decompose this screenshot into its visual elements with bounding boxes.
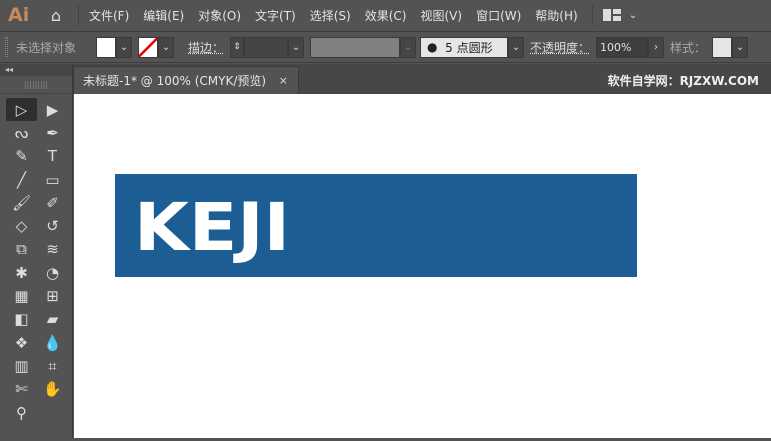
tab-title: 未标题-1* @ 100% (CMYK/预览) — [83, 74, 267, 88]
brush-definition[interactable]: ● 5 点圆形 — [420, 36, 509, 58]
menu-window[interactable]: 窗口(W) — [476, 7, 521, 24]
rotate-tool-icon[interactable]: ↺ — [37, 214, 68, 237]
artboard-canvas[interactable]: KEJI — [74, 94, 771, 438]
menu-bar: Ai ⌂ 文件(F) 编辑(E) 对象(O) 文字(T) 选择(S) 效果(C)… — [0, 0, 771, 30]
artboard-tool-icon[interactable]: ⌗ — [37, 354, 68, 377]
brush-dropdown[interactable]: ⌄ — [508, 36, 525, 58]
menu-type[interactable]: 文字(T) — [255, 7, 296, 24]
document-tab[interactable]: 未标题-1* @ 100% (CMYK/预览) × — [73, 66, 299, 94]
logo-text: KEJI — [134, 189, 290, 266]
close-icon[interactable]: × — [279, 74, 288, 87]
menu-view[interactable]: 视图(V) — [420, 7, 462, 24]
collapse-icon[interactable]: ◂◂ — [0, 64, 72, 76]
opacity-arrow[interactable]: › — [648, 36, 665, 58]
line-tool-icon[interactable]: ╱ — [6, 168, 37, 191]
paintbrush-tool-icon[interactable]: 🖌 — [6, 191, 37, 214]
zoom-tool-icon[interactable]: ⚲ — [6, 401, 37, 424]
graph-tool-icon[interactable]: ▥ — [6, 354, 37, 377]
scale-tool-icon[interactable]: ⧉ — [6, 238, 37, 261]
hand-tool-icon[interactable]: ✋ — [37, 378, 68, 401]
type-tool-icon[interactable]: T — [37, 145, 68, 168]
style-label: 样式： — [670, 40, 707, 55]
profile-dropdown[interactable]: ⌄ — [400, 36, 417, 58]
variable-width-profile[interactable] — [310, 36, 401, 58]
rectangle-tool-icon[interactable]: ▭ — [37, 168, 68, 191]
app-logo: Ai — [8, 4, 30, 26]
eyedropper-blend-icon[interactable]: ▰ — [37, 308, 68, 331]
stroke-weight-stepper[interactable]: ⇕ — [230, 36, 245, 58]
mesh-tool-icon[interactable]: ⊞ — [37, 284, 68, 307]
menu-edit[interactable]: 编辑(E) — [143, 7, 184, 24]
slice-tool-icon[interactable]: ✄ — [6, 378, 37, 401]
menu-effect[interactable]: 效果(C) — [365, 7, 407, 24]
stroke-dropdown[interactable]: ⌄ — [158, 36, 174, 58]
curvature-tool-icon[interactable]: ✎ — [6, 145, 37, 168]
opacity-input[interactable]: 100% — [596, 36, 649, 58]
tools-panel: ◂◂ ||||||||| ▷ ▶ ᔓ ✒ ✎ T ╱ ▭ 🖌 ✐ ◇ ↺ ⧉ ≋… — [0, 64, 73, 438]
magic-wand-tool-icon[interactable]: ᔓ — [6, 121, 37, 144]
eraser-tool-icon[interactable]: ◇ — [6, 214, 37, 237]
keji-logo-artwork[interactable]: KEJI — [74, 94, 771, 438]
home-icon[interactable]: ⌂ — [44, 5, 68, 25]
direct-selection-tool-icon[interactable]: ▶ — [37, 98, 68, 121]
fill-swatch[interactable] — [96, 36, 116, 58]
stroke-label[interactable]: 描边： — [188, 39, 224, 56]
brush-label: 5 点圆形 — [445, 40, 493, 55]
menu-select[interactable]: 选择(S) — [310, 7, 351, 24]
puppet-warp-tool-icon[interactable]: ✱ — [6, 261, 37, 284]
selection-tool-icon[interactable]: ▷ — [6, 98, 37, 122]
document-tab-bar: 未标题-1* @ 100% (CMYK/预览) × 软件自学网：RJZXW.CO… — [73, 64, 771, 94]
gradient-tool-icon[interactable]: ◧ — [6, 308, 37, 331]
workspace-layout-icon[interactable]: ⌄ — [602, 9, 637, 21]
style-swatch[interactable] — [712, 36, 733, 58]
opacity-label[interactable]: 不透明度： — [530, 39, 590, 56]
style-dropdown[interactable]: ⌄ — [732, 36, 749, 58]
fill-dropdown[interactable]: ⌄ — [116, 36, 132, 58]
menu-help[interactable]: 帮助(H) — [535, 7, 577, 24]
shape-builder-tool-icon[interactable]: ◔ — [37, 261, 68, 284]
perspective-grid-tool-icon[interactable]: ▦ — [6, 284, 37, 307]
pen-tool-icon[interactable]: ✒ — [37, 121, 68, 144]
blend-tool-icon[interactable]: ❖ — [6, 331, 37, 354]
menu-object[interactable]: 对象(O) — [198, 7, 241, 24]
selection-status: 未选择对象 — [16, 40, 77, 55]
warp-tool-icon[interactable]: ≋ — [37, 238, 68, 261]
menu-file[interactable]: 文件(F) — [89, 7, 129, 24]
shaper-tool-icon[interactable]: ✐ — [37, 191, 68, 214]
stroke-weight-input[interactable] — [244, 36, 289, 58]
watermark-text: 软件自学网：RJZXW.COM — [607, 74, 759, 88]
stroke-swatch[interactable] — [138, 36, 158, 58]
control-bar: 未选择对象 ⌄ ⌄ 描边： ⇕ ⌄ ⌄ ● 5 点圆形 ⌄ 不透明度： 100%… — [0, 31, 771, 63]
stroke-weight-dropdown[interactable]: ⌄ — [288, 36, 305, 58]
eyedropper-tool-icon[interactable]: 💧 — [37, 331, 68, 354]
